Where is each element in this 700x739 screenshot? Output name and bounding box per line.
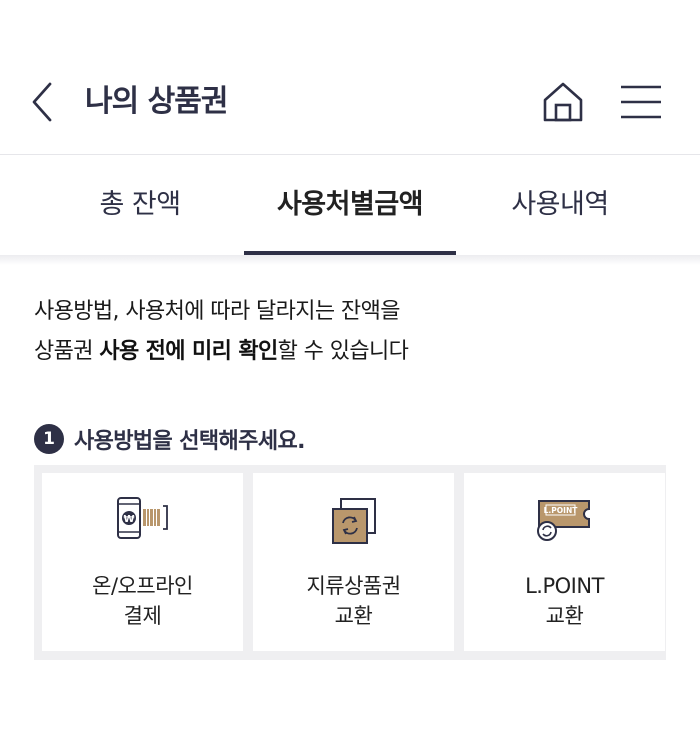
svg-text:₩: ₩	[123, 514, 134, 525]
home-icon	[543, 82, 583, 122]
lpoint-ticket-exchange-icon: L.POINT	[536, 500, 590, 541]
option-label: 온/오프라인 결제	[42, 571, 243, 631]
paper-voucher-exchange-icon	[331, 498, 376, 544]
option-label-line1: 지류상품권	[306, 574, 401, 598]
tab-bar: 총 잔액 사용처별금액 사용내역	[0, 155, 700, 255]
description-suffix: 할 수 있습니다	[277, 339, 409, 364]
chevron-left-icon	[32, 82, 52, 122]
step-heading: 1 사용방법을 선택해주세요.	[34, 423, 305, 455]
option-label: L.POINT 교환	[464, 571, 665, 631]
page-title: 나의 상품권	[85, 84, 228, 119]
description-prefix: 상품권	[34, 339, 100, 364]
mobile-barcode-payment-icon: ₩	[116, 497, 168, 539]
lpoint-icon-text: L.POINT	[543, 506, 578, 515]
description-text: 사용방법, 사용처에 따라 달라지는 잔액을 상품권 사용 전에 미리 확인할 …	[34, 292, 409, 372]
step-title: 사용방법을 선택해주세요.	[74, 429, 305, 454]
step-number-badge: 1	[34, 424, 64, 454]
description-line-2: 상품권 사용 전에 미리 확인할 수 있습니다	[34, 332, 409, 372]
option-label-line1: L.POINT	[525, 574, 604, 598]
tab-total-balance[interactable]: 총 잔액	[60, 155, 220, 255]
home-button[interactable]	[540, 79, 586, 125]
tab-divider-shadow	[0, 255, 700, 265]
description-line-1: 사용방법, 사용처에 따라 달라지는 잔액을	[34, 299, 400, 324]
tab-usage-history[interactable]: 사용내역	[480, 155, 640, 255]
option-lpoint-exchange[interactable]: L.POINT L.POINT 교환	[464, 473, 665, 651]
option-label-line1: 온/오프라인	[92, 574, 193, 598]
tab-amount-by-place[interactable]: 사용처별금액	[244, 155, 456, 255]
option-online-offline-payment[interactable]: ₩ 온/오프라인 결제	[42, 473, 243, 651]
menu-button[interactable]	[618, 82, 664, 122]
usage-method-options: ₩ 온/오프라인 결제 지류상품권 교환 L.POINT L.POINT 교환	[34, 465, 666, 660]
description-bold: 사용 전에 미리 확인	[99, 339, 278, 364]
option-label: 지류상품권 교환	[253, 571, 454, 631]
option-label-line2: 결제	[123, 604, 162, 628]
option-label-line2: 교환	[545, 604, 584, 628]
option-label-line2: 교환	[334, 604, 373, 628]
app-header: 나의 상품권	[0, 0, 700, 155]
back-button[interactable]	[26, 78, 62, 126]
hamburger-menu-icon	[621, 85, 661, 119]
option-paper-voucher-exchange[interactable]: 지류상품권 교환	[253, 473, 454, 651]
